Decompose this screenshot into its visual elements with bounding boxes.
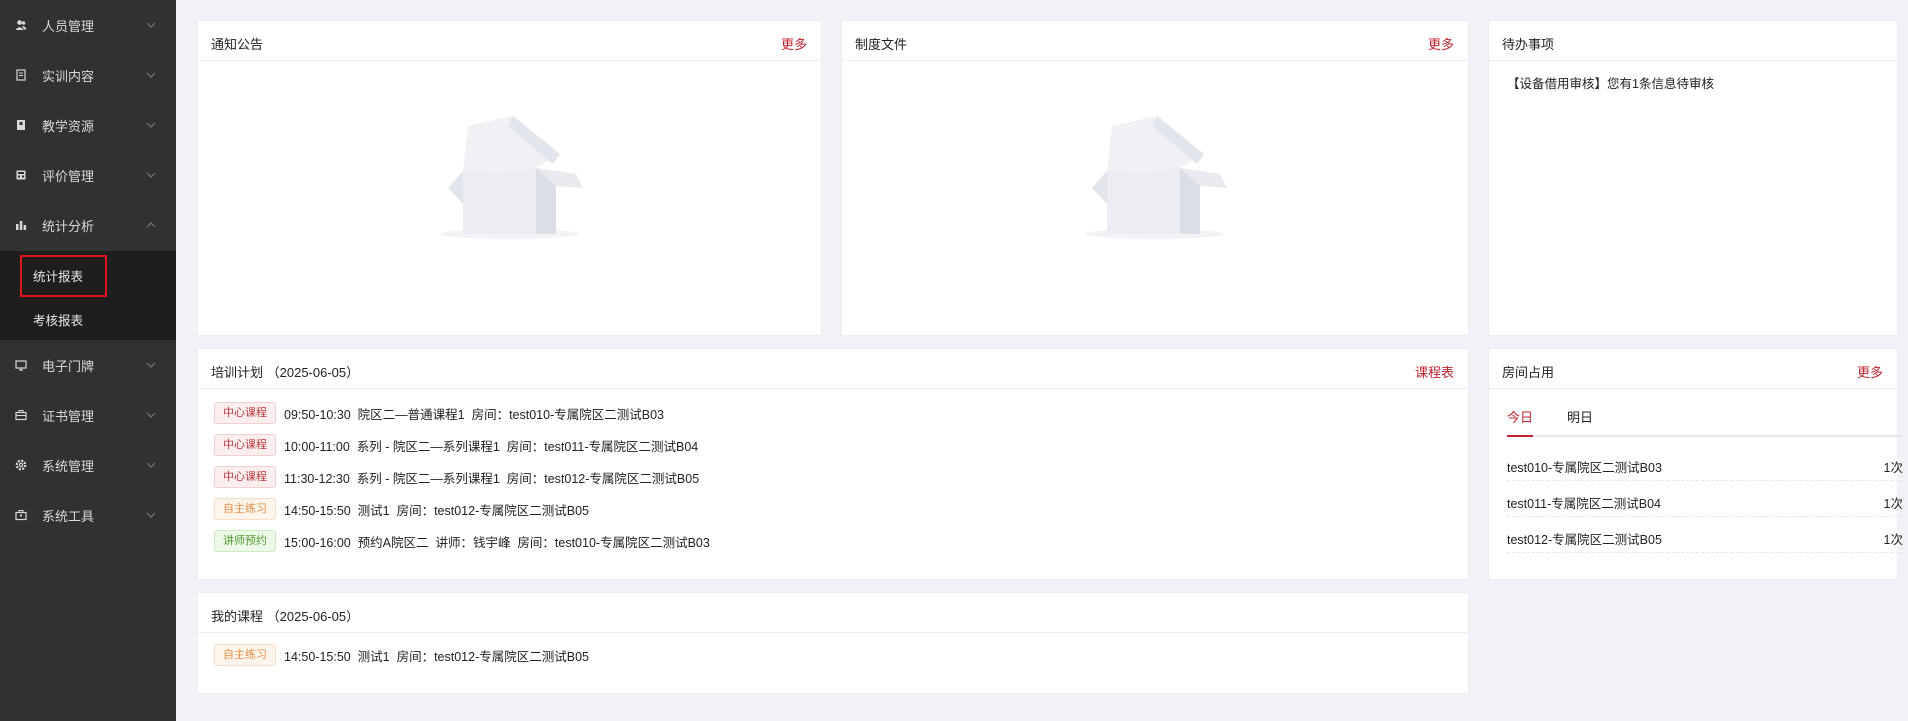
room-count: 1次	[1883, 533, 1903, 547]
schedule-link[interactable]: 课程表	[1415, 362, 1454, 381]
chevron-down-icon	[146, 412, 156, 418]
plan-row-text: 15:00-16:00 预约A院区二 讲师：钱宇峰 房间：test010-专属院…	[284, 535, 710, 550]
menu-item-statistics[interactable]: 统计分析	[0, 200, 176, 250]
user-group-icon	[15, 19, 27, 31]
bar-chart-icon	[15, 219, 27, 231]
book-icon	[15, 119, 27, 131]
notice-more-link[interactable]: 更多	[781, 34, 807, 53]
active-tab-indicator	[1507, 435, 1533, 437]
training-plan-card: 培训计划 （2025-06-05） 课程表 中心课程 09:50-10:30 院…	[197, 348, 1469, 580]
chevron-down-icon	[146, 462, 156, 468]
room-name: test010-专属院区二测试B03	[1507, 461, 1662, 475]
briefcase-icon	[15, 409, 27, 421]
menu-label: 统计分析	[42, 218, 95, 234]
menu-label: 证书管理	[42, 408, 95, 424]
room-row[interactable]: test012-专属院区二测试B05 1次	[1507, 523, 1903, 553]
sidebar: 人员管理 实训内容 教学资源 评价管理 统计分析 统计报表 考核报表 电子门牌 …	[0, 0, 176, 721]
todo-card: 待办事项 【设备借用审核】您有1条信息待审核	[1488, 20, 1898, 336]
plan-row[interactable]: 中心课程 11:30-12:30 系列 - 院区二—系列课程1 房间：test0…	[214, 465, 699, 489]
chevron-down-icon	[146, 362, 156, 368]
room-more-link[interactable]: 更多	[1857, 362, 1883, 381]
course-type-tag: 中心课程	[214, 402, 276, 424]
chevron-down-icon	[146, 22, 156, 28]
menu-label: 系统工具	[42, 508, 95, 524]
menu-item-evaluation[interactable]: 评价管理	[0, 150, 176, 200]
notice-card: 通知公告 更多	[197, 20, 822, 336]
notice-title: 通知公告	[211, 37, 264, 52]
chevron-down-icon	[146, 512, 156, 518]
menu-item-teaching-resources[interactable]: 教学资源	[0, 100, 176, 150]
room-count: 1次	[1883, 497, 1903, 511]
room-title: 房间占用	[1502, 365, 1555, 380]
my-courses-title: 我的课程 （2025-06-05）	[211, 606, 359, 625]
my-courses-date: （2025-06-05）	[266, 609, 360, 624]
menu-item-system-tools[interactable]: 系统工具	[0, 490, 176, 540]
plan-row-text: 14:50-15:50 测试1 房间：test012-专属院区二测试B05	[284, 503, 589, 518]
monitor-icon	[15, 359, 27, 371]
training-date: （2025-06-05）	[266, 365, 360, 380]
menu-item-training-content[interactable]: 实训内容	[0, 50, 176, 100]
course-type-tag: 中心课程	[214, 466, 276, 488]
policy-title: 制度文件	[855, 37, 908, 52]
card-header: 房间占用 更多	[1489, 349, 1897, 389]
course-type-tag: 自主练习	[214, 498, 276, 520]
menu-label: 实训内容	[42, 68, 95, 84]
empty-box-illustration	[1084, 116, 1227, 239]
menu-label: 系统管理	[42, 458, 95, 474]
menu-label: 教学资源	[42, 118, 95, 134]
plan-row-text: 11:30-12:30 系列 - 院区二—系列课程1 房间：test012-专属…	[284, 471, 700, 486]
menu-item-personnel[interactable]: 人员管理	[0, 0, 176, 50]
card-header: 培训计划 （2025-06-05） 课程表	[198, 349, 1468, 389]
my-courses-title-text: 我的课程	[211, 609, 264, 624]
card-header: 通知公告 更多	[198, 21, 821, 61]
course-row-text: 14:50-15:50 测试1 房间：test012-专属院区二测试B05	[284, 649, 589, 664]
room-name: test012-专属院区二测试B05	[1507, 533, 1662, 547]
plan-row-text: 10:00-11:00 系列 - 院区二—系列课程1 房间：test011-专属…	[284, 439, 699, 454]
plan-row[interactable]: 中心课程 09:50-10:30 院区二—普通课程1 房间：test010-专属…	[214, 401, 664, 425]
tab-tomorrow[interactable]: 明日	[1567, 407, 1593, 426]
training-title: 培训计划 （2025-06-05）	[211, 362, 359, 381]
gear-icon	[15, 459, 27, 471]
plan-row-text: 09:50-10:30 院区二—普通课程1 房间：test010-专属院区二测试…	[284, 407, 664, 422]
room-count: 1次	[1883, 461, 1903, 475]
todo-title: 待办事项	[1502, 37, 1555, 52]
menu-item-system-management[interactable]: 系统管理	[0, 440, 176, 490]
menu-item-e-doorplate[interactable]: 电子门牌	[0, 340, 176, 390]
tab-today[interactable]: 今日	[1507, 407, 1533, 426]
card-header: 我的课程 （2025-06-05）	[198, 593, 1468, 633]
menu-label: 电子门牌	[42, 358, 95, 374]
room-row[interactable]: test011-专属院区二测试B04 1次	[1507, 487, 1903, 517]
highlight-box	[20, 255, 107, 297]
my-courses-card: 我的课程 （2025-06-05） 自主练习 14:50-15:50 测试1 房…	[197, 592, 1469, 694]
plan-row[interactable]: 自主练习 14:50-15:50 测试1 房间：test012-专属院区二测试B…	[214, 497, 589, 521]
plan-row[interactable]: 讲师预约 15:00-16:00 预约A院区二 讲师：钱宇峰 房间：test01…	[214, 529, 710, 553]
chevron-down-icon	[146, 172, 156, 178]
chevron-down-icon	[146, 122, 156, 128]
empty-box-illustration	[440, 116, 583, 239]
policy-card: 制度文件 更多	[841, 20, 1469, 336]
menu-label: 评价管理	[42, 168, 95, 184]
card-header: 待办事项	[1489, 21, 1897, 61]
toolbox-icon	[15, 509, 27, 521]
submenu-item-assessment-report[interactable]: 考核报表	[33, 310, 83, 329]
training-title-text: 培训计划	[211, 365, 264, 380]
room-tabs: 今日 明日	[1507, 407, 1903, 437]
chevron-up-icon	[146, 222, 156, 228]
calculator-icon	[15, 169, 27, 181]
menu-item-certificates[interactable]: 证书管理	[0, 390, 176, 440]
plan-row[interactable]: 中心课程 10:00-11:00 系列 - 院区二—系列课程1 房间：test0…	[214, 433, 698, 457]
chevron-down-icon	[146, 72, 156, 78]
course-type-tag: 中心课程	[214, 434, 276, 456]
room-name: test011-专属院区二测试B04	[1507, 497, 1661, 511]
course-type-tag: 自主练习	[214, 644, 276, 666]
policy-more-link[interactable]: 更多	[1428, 34, 1454, 53]
document-list-icon	[15, 69, 27, 81]
course-row[interactable]: 自主练习 14:50-15:50 测试1 房间：test012-专属院区二测试B…	[214, 643, 589, 667]
room-row[interactable]: test010-专属院区二测试B03 1次	[1507, 451, 1903, 481]
todo-item[interactable]: 【设备借用审核】您有1条信息待审核	[1507, 73, 1714, 92]
card-header: 制度文件 更多	[842, 21, 1468, 61]
course-type-tag: 讲师预约	[214, 530, 276, 552]
room-occupancy-card: 房间占用 更多 今日 明日 test010-专属院区二测试B03 1次 test…	[1488, 348, 1903, 580]
menu-label: 人员管理	[42, 18, 95, 34]
